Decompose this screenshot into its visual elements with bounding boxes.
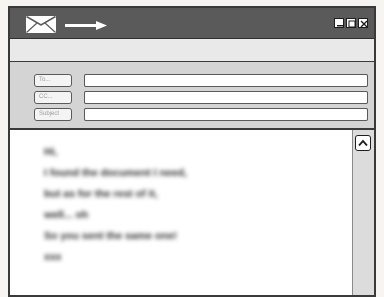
subject-field[interactable] bbox=[84, 108, 368, 121]
message-text: Hi, I found the document I need, but as … bbox=[44, 142, 324, 268]
message-line: xxx bbox=[44, 251, 62, 263]
menu-bar bbox=[10, 39, 374, 62]
message-line: but as for the rest of it, bbox=[44, 188, 158, 200]
window-controls bbox=[334, 18, 368, 28]
to-button[interactable]: To... bbox=[34, 74, 72, 87]
page: To... CC... Subject Hi, I found the docu… bbox=[0, 0, 384, 297]
envelope-icon bbox=[26, 16, 56, 33]
cc-field[interactable] bbox=[84, 91, 368, 104]
cc-row: CC... bbox=[34, 91, 368, 104]
subject-button[interactable]: Subject bbox=[34, 108, 72, 121]
to-field[interactable] bbox=[84, 74, 368, 87]
cc-button[interactable]: CC... bbox=[34, 91, 72, 104]
minimize-icon[interactable] bbox=[334, 18, 344, 28]
message-body[interactable]: Hi, I found the document I need, but as … bbox=[10, 130, 374, 295]
email-compose-window: To... CC... Subject Hi, I found the docu… bbox=[8, 6, 376, 297]
chevron-up-icon bbox=[358, 139, 368, 147]
message-header: To... CC... Subject bbox=[10, 62, 374, 130]
scroll-up-button[interactable] bbox=[355, 135, 371, 151]
to-row: To... bbox=[34, 74, 368, 87]
message-line: I found the document I need, bbox=[44, 167, 187, 179]
close-icon[interactable] bbox=[358, 18, 368, 28]
message-line: well... oh bbox=[44, 209, 89, 221]
title-bar bbox=[10, 8, 374, 39]
message-line: Hi, bbox=[44, 146, 58, 158]
subject-row: Subject bbox=[34, 108, 368, 121]
maximize-icon[interactable] bbox=[346, 18, 356, 28]
message-line: So you sent the same one! bbox=[44, 230, 178, 242]
vertical-scrollbar[interactable] bbox=[352, 130, 374, 295]
send-arrow-icon[interactable] bbox=[65, 21, 107, 30]
